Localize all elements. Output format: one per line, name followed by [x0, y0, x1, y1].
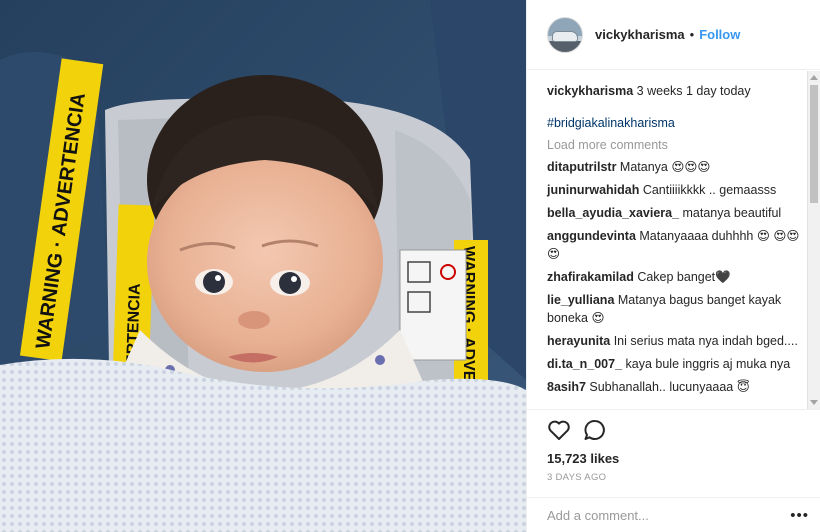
comment-item: bella_ayudia_xaviera_ matanya beautiful [547, 204, 803, 222]
post-caption: vickykharisma 3 weeks 1 day today #bridg… [547, 82, 803, 131]
comment-username[interactable]: juninurwahidah [547, 183, 639, 197]
scroll-down-arrow-icon[interactable] [810, 400, 818, 405]
comment-item: zhafirakamilad Cakep banget🖤 [547, 268, 803, 286]
scrollbar-thumb[interactable] [810, 85, 818, 203]
comment-username[interactable]: herayunita [547, 334, 610, 348]
caption-text: 3 weeks 1 day today [633, 84, 751, 98]
header-username[interactable]: vickykharisma [595, 27, 685, 42]
baby-in-car-seat-image: WARNING · ADVERTENCIA ADVERTENCIA WARNIN… [0, 0, 526, 532]
post-timestamp[interactable]: 3 DAYS AGO [547, 472, 801, 483]
comment-text: Cakep banget🖤 [633, 270, 731, 284]
likes-count[interactable]: 15,723 likes [547, 450, 801, 468]
add-comment-bar: ••• [527, 497, 820, 532]
comment-text: Matanya 😍😍😍 [616, 160, 711, 174]
action-icons [547, 410, 801, 450]
avatar[interactable] [547, 16, 583, 53]
comment-username[interactable]: anggundevinta [547, 229, 636, 243]
comment-username[interactable]: ditaputrilstr [547, 160, 616, 174]
load-more-comments-button[interactable]: Load more comments [547, 137, 803, 153]
post-actions: 15,723 likes 3 DAYS AGO [527, 409, 820, 499]
comment-text: Ini serius mata nya indah bged.... [610, 334, 798, 348]
instagram-post-window: WARNING · ADVERTENCIA ADVERTENCIA WARNIN… [0, 0, 820, 532]
comment-item: ditaputrilstr Matanya 😍😍😍 [547, 158, 803, 176]
caption-hashtag[interactable]: #bridgiakalinakharisma [547, 115, 803, 131]
speech-bubble-icon[interactable] [583, 419, 607, 441]
comment-text: matanya beautiful [679, 206, 782, 220]
post-photo[interactable]: WARNING · ADVERTENCIA ADVERTENCIA WARNIN… [0, 0, 526, 532]
comment-item: 8asih7 Subhanallah.. lucunyaaaa 😇 [547, 378, 803, 396]
heart-icon[interactable] [547, 419, 571, 441]
separator-dot: • [689, 27, 695, 42]
add-comment-input[interactable] [547, 507, 791, 523]
comment-item: anggundevinta Matanyaaaa duhhhh 😍 😍😍😍 [547, 227, 803, 263]
comment-username[interactable]: bella_ayudia_xaviera_ [547, 206, 679, 220]
comment-item: herayunita Ini serius mata nya indah bge… [547, 332, 803, 350]
post-side-panel: vickykharisma • Follow vickykharisma 3 w… [526, 0, 820, 532]
comment-text: Cantiiiikkkk .. gemaasss [639, 183, 777, 197]
comments-scrollbar[interactable] [807, 71, 820, 409]
post-header: vickykharisma • Follow [527, 0, 820, 70]
comment-text: kaya bule inggris aj muka nya [622, 357, 791, 371]
comment-username[interactable]: 8asih7 [547, 380, 586, 394]
comment-username[interactable]: zhafirakamilad [547, 270, 634, 284]
caption-username[interactable]: vickykharisma [547, 84, 633, 98]
comment-item: juninurwahidah Cantiiiikkkk .. gemaasss [547, 181, 803, 199]
comment-item: lie_yulliana Matanya bagus banget kayak … [547, 291, 803, 327]
comment-item: di.ta_n_007_ kaya bule inggris aj muka n… [547, 355, 803, 373]
scroll-up-arrow-icon[interactable] [810, 75, 818, 80]
comment-text: Subhanallah.. lucunyaaaa 😇 [585, 380, 750, 394]
comments-list[interactable]: vickykharisma 3 weeks 1 day today #bridg… [527, 71, 820, 409]
comment-username[interactable]: di.ta_n_007_ [547, 357, 622, 371]
more-options-icon[interactable]: ••• [790, 507, 809, 524]
follow-button[interactable]: Follow [699, 27, 740, 42]
comment-username[interactable]: lie_yulliana [547, 293, 614, 307]
